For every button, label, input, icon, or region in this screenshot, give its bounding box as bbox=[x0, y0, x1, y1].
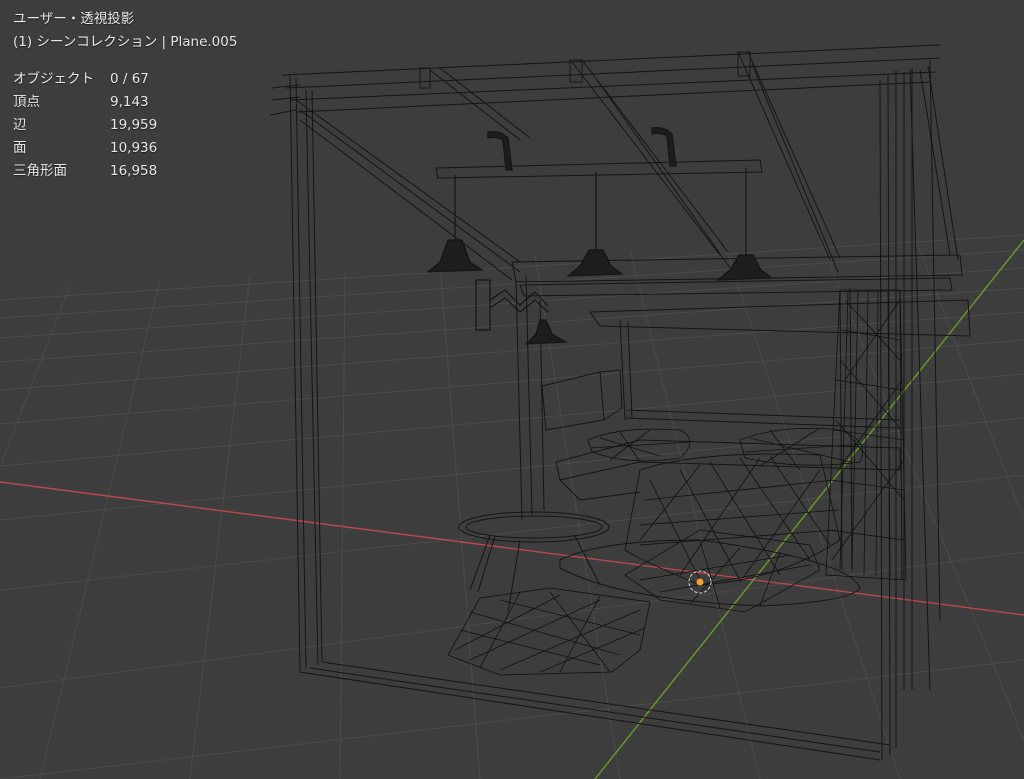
scene-statistics: オブジェクト 0 / 67 頂点 9,143 辺 19,959 面 10,936… bbox=[13, 68, 237, 183]
stat-objects: オブジェクト 0 / 67 bbox=[13, 68, 237, 91]
stat-label: 頂点 bbox=[13, 94, 40, 110]
view-label: ユーザー・透視投影 bbox=[13, 11, 135, 27]
viewport-info-overlay: ユーザー・透視投影 (1) シーンコレクション | Plane.005 オブジェ… bbox=[13, 8, 237, 183]
x-axis-line bbox=[0, 481, 1024, 616]
stat-value: 0 / 67 bbox=[110, 71, 149, 87]
stat-edges: 辺 19,959 bbox=[13, 114, 237, 137]
collection-label: (1) シーンコレクション | Plane.005 bbox=[13, 34, 238, 50]
stat-triangles: 三角形面 16,958 bbox=[13, 160, 237, 183]
stat-faces: 面 10,936 bbox=[13, 137, 237, 160]
stat-vertices: 頂点 9,143 bbox=[13, 91, 237, 114]
3d-viewport[interactable]: ユーザー・透視投影 (1) シーンコレクション | Plane.005 オブジェ… bbox=[0, 0, 1024, 779]
stat-label: 面 bbox=[13, 140, 27, 156]
room-wireframe bbox=[269, 44, 971, 761]
stat-value: 19,959 bbox=[110, 117, 158, 133]
stat-value: 16,958 bbox=[110, 163, 158, 179]
stat-label: 三角形面 bbox=[13, 163, 67, 179]
y-axis-line bbox=[594, 239, 1024, 779]
stat-value: 9,143 bbox=[110, 94, 149, 110]
stat-label: オブジェクト bbox=[13, 71, 94, 87]
stat-label: 辺 bbox=[13, 117, 27, 133]
stat-value: 10,936 bbox=[110, 140, 158, 156]
mesh-details bbox=[447, 289, 907, 676]
